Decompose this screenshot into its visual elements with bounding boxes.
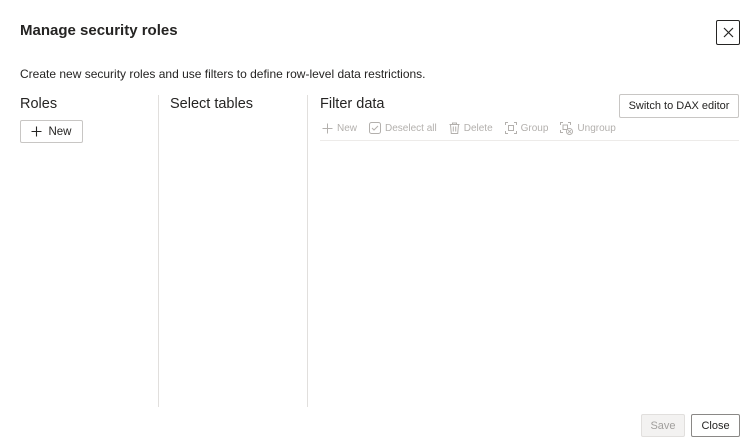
select-tables-heading: Select tables — [170, 96, 254, 112]
toolbar-delete-button[interactable]: Delete — [449, 122, 493, 134]
close-button[interactable]: Close — [691, 414, 740, 437]
close-icon — [723, 27, 733, 38]
toolbar-deselect-all-button[interactable]: Deselect all — [369, 122, 437, 134]
group-icon — [504, 122, 517, 134]
toolbar-deselect-all-label: Deselect all — [385, 122, 437, 134]
dialog-close-button[interactable] — [716, 20, 740, 45]
toolbar-group-button[interactable]: Group — [504, 122, 549, 134]
trash-icon — [449, 122, 460, 134]
toolbar-ungroup-label: Ungroup — [577, 122, 616, 134]
toolbar-new-label: New — [337, 122, 358, 134]
toolbar-delete-label: Delete — [463, 122, 493, 134]
checkbox-icon — [369, 122, 382, 134]
dialog-description: Create new security roles and use filter… — [20, 67, 426, 81]
plus-icon — [322, 123, 333, 133]
filter-data-heading: Filter data — [320, 96, 385, 112]
toolbar-divider — [320, 140, 739, 141]
column-divider — [158, 95, 159, 407]
toolbar-group-label: Group — [520, 122, 549, 134]
ungroup-icon — [560, 121, 574, 135]
manage-security-roles-dialog: Manage security roles Create new securit… — [0, 0, 752, 443]
save-button[interactable]: Save — [641, 414, 685, 437]
dialog-title: Manage security roles — [20, 22, 178, 39]
toolbar-ungroup-button[interactable]: Ungroup — [560, 121, 616, 135]
switch-to-dax-editor-button[interactable]: Switch to DAX editor — [619, 94, 739, 118]
toolbar-new-button[interactable]: New — [322, 123, 357, 134]
new-role-label: New — [48, 125, 72, 138]
filter-toolbar: New Deselect all Delete Group Ungroup — [322, 121, 628, 135]
roles-heading: Roles — [20, 96, 58, 112]
plus-icon — [31, 126, 42, 137]
column-divider — [307, 95, 308, 407]
new-role-button[interactable]: New — [20, 120, 83, 143]
